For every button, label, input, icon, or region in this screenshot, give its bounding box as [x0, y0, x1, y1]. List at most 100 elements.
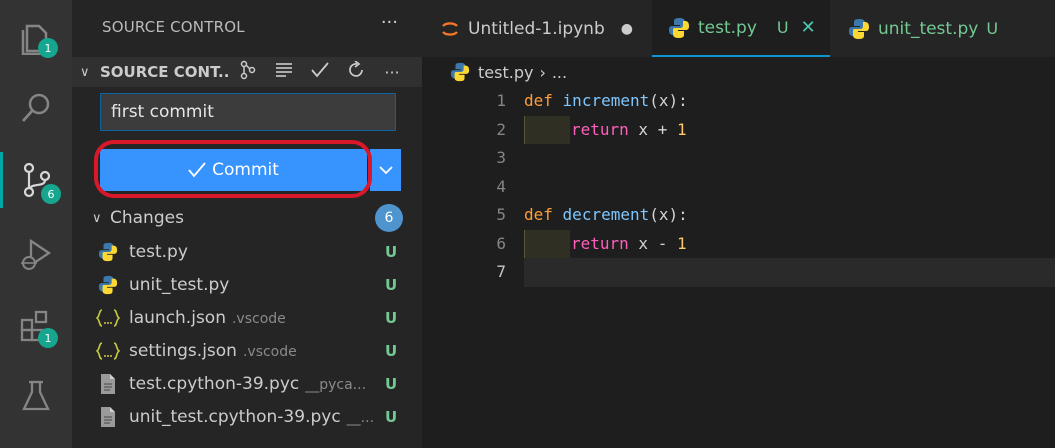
tab-unit-test-py[interactable]: unit_test.py U	[830, 0, 1055, 57]
number-literal: 1	[676, 233, 687, 253]
run-debug-button[interactable]	[0, 226, 72, 282]
breadcrumb[interactable]: test.py › ...	[450, 60, 567, 84]
untracked-status: U	[385, 242, 398, 261]
commit-dropdown-button[interactable]	[370, 149, 401, 191]
untracked-status: U	[385, 374, 398, 393]
indent-guide	[524, 229, 570, 258]
tab-label: test.py	[698, 17, 757, 38]
chevron-down-icon[interactable]: ∨	[80, 65, 96, 80]
activity-bar: 1 6 1	[0, 0, 72, 448]
code-line-1: 1 def increment(x):	[422, 87, 1055, 116]
testing-button[interactable]	[0, 368, 72, 424]
file-icon	[96, 372, 120, 396]
changes-group-header[interactable]: ∨ Changes	[72, 204, 422, 232]
file-name-group: settings.json .vscode	[129, 341, 297, 361]
chevron-down-icon[interactable]: ∨	[92, 211, 110, 226]
changes-label: Changes	[110, 208, 184, 228]
json-icon	[96, 306, 120, 330]
line-number: 1	[496, 91, 506, 110]
file-directory: __...	[346, 409, 375, 426]
untracked-status: U	[385, 407, 398, 426]
refresh-icon	[349, 60, 363, 77]
code-text: return x - 1	[571, 230, 687, 259]
keyword: def	[524, 205, 553, 224]
scm-badge: 6	[41, 184, 61, 204]
file-name-group: test.py	[129, 242, 188, 262]
changes-count-badge: 6	[375, 204, 403, 232]
breadcrumb-file[interactable]: test.py	[478, 63, 533, 82]
tab-label: unit_test.py	[878, 18, 979, 39]
code-expr: x -	[628, 233, 677, 253]
view-as-list-button[interactable]	[266, 62, 302, 82]
line-number: 5	[496, 205, 506, 224]
file-directory: .vscode	[242, 343, 297, 360]
file-name: launch.json	[129, 307, 226, 328]
function-name: increment	[562, 91, 650, 110]
source-control-button[interactable]: 6	[0, 152, 72, 208]
search-icon	[21, 93, 50, 122]
editor-tabs: Untitled-1.ipynb ● test.py U ✕ unit_test…	[422, 0, 1055, 57]
file-name-group: unit_test.cpython-39.pyc __...	[129, 407, 374, 427]
branch-graph-button[interactable]	[230, 60, 266, 84]
source-control-sidebar: SOURCE CONTROL ··· ∨ SOURCE CONT... ··· …	[72, 0, 422, 448]
changes-file-row[interactable]: launch.json .vscode U	[72, 301, 422, 334]
jupyter-icon	[442, 21, 458, 36]
file-name: test.cpython-39.pyc	[129, 373, 300, 394]
changes-file-row[interactable]: settings.json .vscode U	[72, 334, 422, 367]
commit-message-input[interactable]	[100, 93, 396, 131]
commit-check-button[interactable]	[302, 62, 338, 82]
file-directory: __pyca...	[305, 376, 367, 393]
close-icon[interactable]: ✕	[801, 17, 816, 38]
python-icon	[849, 18, 869, 39]
explorer-badge: 1	[38, 38, 58, 58]
dirty-dot: ●	[620, 20, 633, 37]
extensions-button[interactable]: 1	[0, 298, 72, 354]
tab-untitled-ipynb[interactable]: Untitled-1.ipynb ●	[422, 0, 652, 57]
line-number: 2	[496, 119, 506, 139]
file-name: settings.json	[129, 340, 237, 361]
code-text: def decrement(x):	[524, 201, 688, 230]
section-title: SOURCE CONT...	[100, 63, 230, 81]
line-number: 7	[496, 262, 506, 281]
sidebar-more-button[interactable]: ···	[381, 12, 398, 33]
python-icon	[450, 62, 470, 82]
tab-label: Untitled-1.ipynb	[468, 18, 605, 39]
tab-test-py[interactable]: test.py U ✕	[652, 0, 830, 57]
untracked-marker: U	[776, 18, 789, 37]
run-debug-icon	[21, 238, 52, 270]
untracked-marker: U	[986, 19, 999, 38]
line-number: 6	[496, 233, 506, 253]
changes-file-row[interactable]: unit_test.cpython-39.pyc __... U	[72, 400, 422, 433]
breadcrumb-symbol[interactable]: ...	[552, 63, 567, 82]
code-line-4: 4	[422, 173, 1055, 202]
check-icon	[311, 62, 329, 78]
code-line-3: 3	[422, 144, 1055, 173]
keyword: return	[571, 233, 629, 253]
section-more-button[interactable]: ···	[374, 63, 410, 82]
file-name-group: test.cpython-39.pyc __pyca...	[129, 374, 366, 394]
changes-file-row[interactable]: unit_test.py U	[72, 268, 422, 301]
line-number: 3	[496, 148, 506, 167]
code-line-2: 2 return x + 1	[422, 115, 1055, 144]
code-rest: (x):	[649, 205, 688, 224]
chevron-down-icon	[378, 166, 393, 175]
refresh-button[interactable]	[338, 60, 374, 83]
source-control-section-header[interactable]: ∨ SOURCE CONT... ···	[72, 57, 422, 87]
json-icon	[96, 339, 120, 363]
file-directory: .vscode	[231, 310, 286, 327]
code-line-6: 6 return x - 1	[422, 229, 1055, 259]
file-icon	[96, 405, 120, 429]
file-name: unit_test.cpython-39.pyc	[129, 406, 341, 427]
extensions-badge: 1	[38, 328, 58, 348]
branch-graph-icon	[240, 60, 256, 80]
keyword: def	[524, 91, 553, 110]
keyword: return	[571, 119, 629, 139]
explorer-button[interactable]: 1	[0, 10, 72, 66]
code-editor[interactable]: 1 def increment(x): 2 return x + 1 3 4 5…	[422, 87, 1055, 448]
untracked-status: U	[385, 308, 398, 327]
search-button[interactable]	[0, 80, 72, 136]
indent-guide	[524, 115, 570, 144]
changes-file-row[interactable]: test.py U	[72, 235, 422, 268]
changes-file-row[interactable]: test.cpython-39.pyc __pyca... U	[72, 367, 422, 400]
file-name-group: unit_test.py	[129, 275, 229, 295]
